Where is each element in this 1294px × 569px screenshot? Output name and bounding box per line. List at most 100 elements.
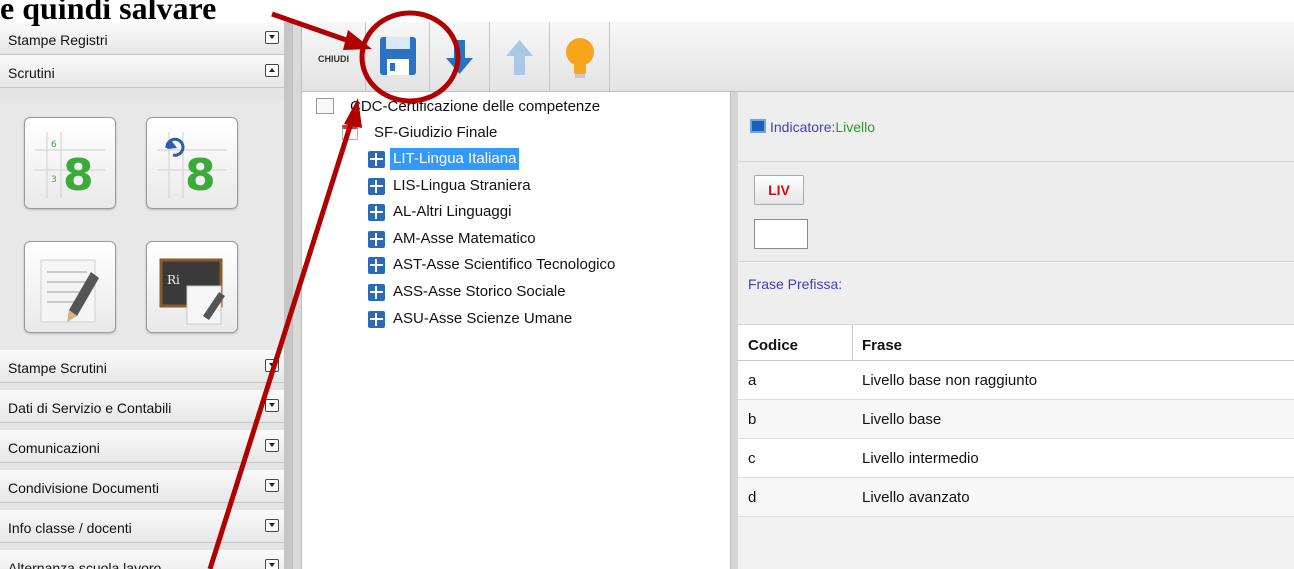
sidebar-section-label: Stampe Registri [8, 32, 108, 48]
frase-prefissa-section [738, 262, 1294, 325]
tree-leaf-label: ASS-Asse Storico Sociale [393, 283, 566, 300]
cell-codice: d [748, 489, 757, 506]
table-row[interactable]: a Livello base non raggiunto [738, 361, 1294, 400]
svg-text:3: 3 [51, 175, 57, 185]
column-header-codice[interactable]: Codice [738, 325, 852, 361]
indicator-label: Indicatore:Livello [770, 119, 875, 135]
expand-icon[interactable] [265, 519, 279, 532]
cell-frase: Livello avanzato [862, 489, 970, 506]
tree-panel: CDC-Certificazione delle competenze SF-G… [302, 92, 730, 569]
save-button[interactable] [366, 22, 430, 92]
detail-panel: Indicatore:Livello LIV Frase Prefissa: C… [738, 92, 1294, 569]
verbale-tile[interactable]: Ri [146, 241, 238, 333]
grid-node-icon [368, 151, 385, 168]
expand-icon[interactable] [265, 439, 279, 452]
svg-text:8: 8 [185, 150, 216, 201]
cell-codice: b [748, 411, 757, 428]
grid-node-icon [368, 204, 385, 221]
grid-node-icon [368, 311, 385, 328]
close-button-label: CHIUDI [318, 54, 349, 64]
svg-text:Ri: Ri [167, 273, 180, 287]
annotation-text: e quindi salvare [0, 0, 217, 26]
blackboard-icon: Ri [159, 258, 225, 325]
frase-prefissa-label: Frase Prefissa: [748, 276, 843, 292]
tree-leaf-label: AL-Altri Linguaggi [393, 203, 512, 220]
sidebar-section-label: Dati di Servizio e Contabili [8, 400, 172, 416]
save-icon [380, 37, 416, 75]
grid-node-icon [368, 257, 385, 274]
tree-leaf-label: AM-Asse Matematico [393, 230, 536, 247]
cell-frase: Livello base [862, 411, 942, 428]
voti-scrutinio-tile[interactable]: 6 3 8 [24, 117, 116, 209]
grade-refresh-icon: 8 [157, 132, 227, 201]
arrow-up-icon [506, 40, 533, 75]
indicator-value: Livello [835, 119, 876, 135]
expand-icon[interactable] [265, 359, 279, 372]
sidebar-section-info-classe[interactable]: Info classe / docenti [0, 510, 292, 543]
lightbulb-icon [566, 38, 594, 78]
cell-codice: c [748, 450, 756, 467]
giudizi-tile[interactable] [24, 241, 116, 333]
svg-text:8: 8 [63, 150, 94, 201]
sidebar-scrollbar[interactable] [284, 22, 292, 569]
tree-leaf-label: AST-Asse Scientifico Tecnologico [393, 256, 616, 273]
sidebar-section-condivisione-documenti[interactable]: Condivisione Documenti [0, 470, 292, 503]
level-section [738, 162, 1294, 262]
tree-child-label: SF-Giudizio Finale [374, 124, 498, 141]
table-row[interactable]: c Livello intermedio [738, 439, 1294, 478]
screenshot-root: e quindi salvare Stampe Registri Scrutin… [0, 0, 1294, 569]
tree-root-label: CDC-Certificazione delle competenze [350, 98, 601, 115]
sidebar: Stampe Registri Scrutini 6 3 8 8 Ri Stam… [0, 22, 292, 569]
sidebar-section-stampe-registri[interactable]: Stampe Registri [0, 22, 292, 55]
hint-button[interactable] [550, 22, 610, 92]
tree-leaf-label: LIT-Lingua Italiana [390, 148, 520, 170]
column-header-frase[interactable]: Frase [852, 325, 1294, 361]
expand-icon[interactable] [265, 31, 279, 44]
sidebar-section-label: Scrutini [8, 65, 55, 81]
indicator-caption: Indicatore: [770, 119, 836, 135]
tree-leaf-label: ASU-Asse Scienze Umane [393, 310, 573, 327]
liv-button[interactable]: LIV [754, 175, 804, 205]
collapse-icon[interactable] [265, 64, 279, 77]
level-input[interactable] [754, 219, 808, 249]
cell-codice: a [748, 372, 757, 389]
svg-text:6: 6 [51, 140, 57, 150]
arrow-down-icon [446, 40, 473, 74]
sidebar-section-label: Stampe Scrutini [8, 360, 107, 376]
document-icon [316, 98, 334, 114]
sidebar-section-comunicazioni[interactable]: Comunicazioni [0, 430, 292, 463]
cell-frase: Livello base non raggiunto [862, 372, 1038, 389]
sidebar-section-label: Condivisione Documenti [8, 480, 159, 496]
expand-icon[interactable] [265, 479, 279, 492]
sidebar-splitter[interactable] [292, 22, 302, 569]
column-separator [852, 325, 853, 361]
expand-icon[interactable] [265, 559, 279, 569]
sidebar-section-label: Info classe / docenti [8, 520, 132, 536]
calendar-icon [342, 125, 358, 140]
move-up-button[interactable] [490, 22, 550, 92]
move-down-button[interactable] [430, 22, 490, 92]
table-row[interactable]: b Livello base [738, 400, 1294, 439]
sidebar-section-label: Comunicazioni [8, 440, 100, 456]
expand-icon[interactable] [265, 399, 279, 412]
sidebar-section-label: Alternanza scuola lavoro [8, 560, 162, 569]
indicator-icon [750, 119, 766, 133]
sidebar-section-scrutini[interactable]: Scrutini [0, 55, 292, 88]
panel-splitter[interactable] [730, 92, 738, 569]
sidebar-section-alternanza[interactable]: Alternanza scuola lavoro [0, 550, 292, 569]
document-pencil-icon [40, 259, 99, 323]
close-button[interactable]: CHIUDI [302, 22, 366, 92]
grid-node-icon [368, 178, 385, 195]
ricalcolo-voti-tile[interactable]: 8 [146, 117, 238, 209]
grade-grid-icon: 6 3 8 [35, 132, 105, 201]
grid-node-icon [368, 231, 385, 248]
scrutini-tiles-panel: 6 3 8 8 Ri [0, 100, 292, 370]
grid-node-icon [368, 284, 385, 301]
cell-frase: Livello intermedio [862, 450, 979, 467]
table-row[interactable]: d Livello avanzato [738, 478, 1294, 517]
indicator-section: Indicatore:Livello [738, 92, 1294, 162]
sidebar-section-dati-servizio[interactable]: Dati di Servizio e Contabili [0, 390, 292, 423]
tree-leaf-label: LIS-Lingua Straniera [393, 177, 531, 194]
toolbar: CHIUDI [302, 22, 1294, 92]
sidebar-section-stampe-scrutini[interactable]: Stampe Scrutini [0, 350, 292, 383]
